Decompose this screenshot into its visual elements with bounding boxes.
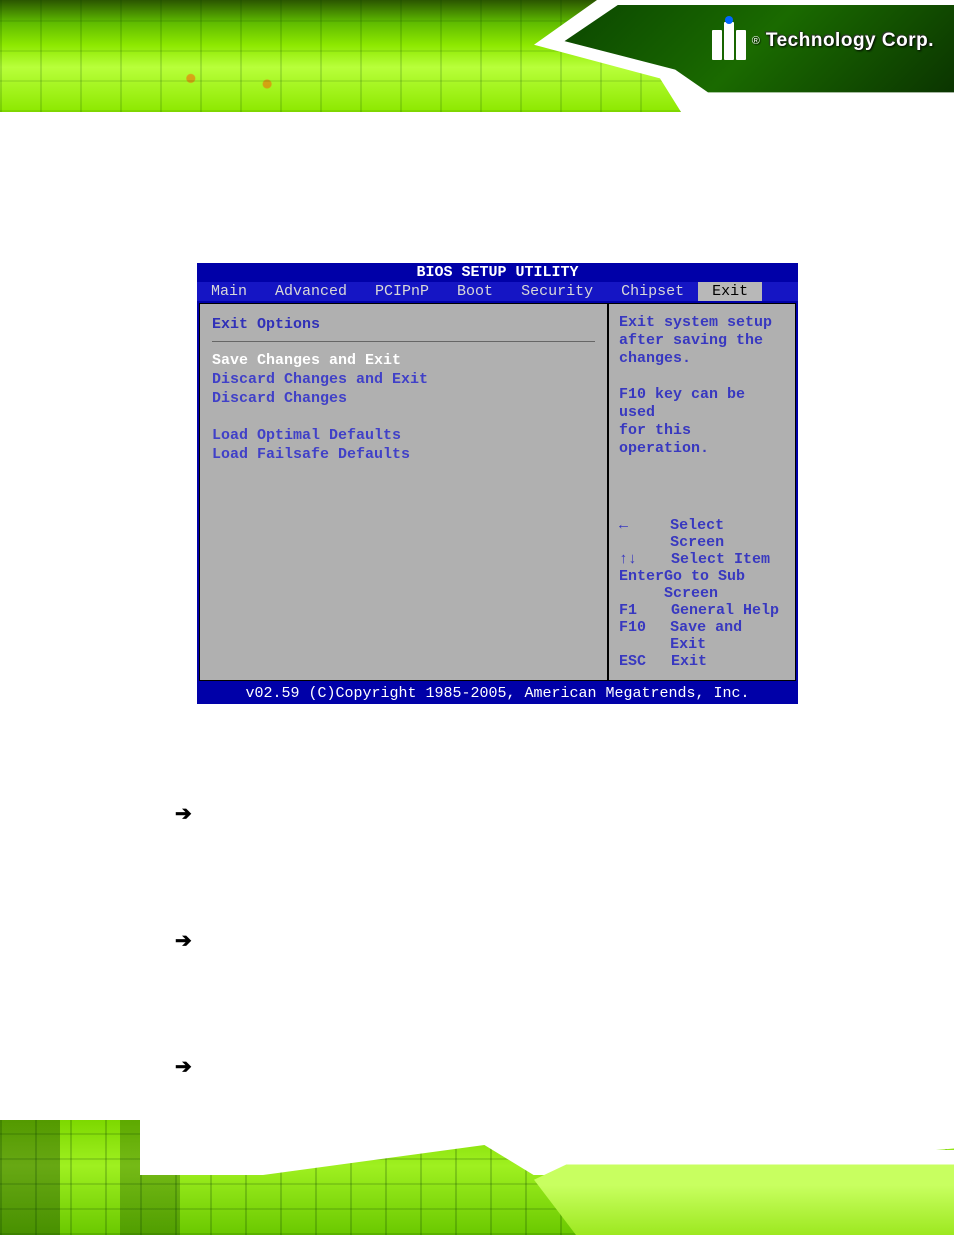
key-name: Enter <box>619 568 664 602</box>
brand-text: Technology Corp. <box>766 30 934 52</box>
bottom-banner <box>0 1120 954 1235</box>
key-legend-row: ↑↓Select Item <box>619 551 785 568</box>
bios-footer: v02.59 (C)Copyright 1985-2005, American … <box>197 683 798 704</box>
key-name: F1 <box>619 602 671 619</box>
key-name: ESC <box>619 653 671 670</box>
arrow-bullet-icon: ➔ <box>175 801 192 826</box>
exit-options-heading: Exit Options <box>212 316 595 342</box>
key-action: General Help <box>671 602 779 619</box>
help-line: Exit system setup <box>619 314 785 332</box>
bios-tab-bar: MainAdvancedPCIPnPBootSecurityChipsetExi… <box>197 282 798 301</box>
key-action: Save and Exit <box>670 619 785 653</box>
logo-area: ® Technology Corp. <box>712 22 934 60</box>
bios-body: Exit Options Save Changes and Exit Discar… <box>197 301 798 683</box>
key-name: F10 <box>619 619 670 653</box>
help-line: after saving the <box>619 332 785 350</box>
bios-tab-boot[interactable]: Boot <box>443 282 507 301</box>
help-line <box>619 368 785 386</box>
green-swoosh <box>534 1150 954 1235</box>
bios-menu-item[interactable]: Save Changes and Exit <box>212 352 595 369</box>
key-action: Go to Sub Screen <box>664 568 785 602</box>
registered-mark: ® <box>752 35 760 47</box>
arrow-bullet-icon: ➔ <box>175 928 192 953</box>
help-line: for this operation. <box>619 422 785 458</box>
bios-title: BIOS SETUP UTILITY <box>197 263 798 282</box>
key-legend-row: ←Select Screen <box>619 517 785 551</box>
bios-screenshot: BIOS SETUP UTILITY MainAdvancedPCIPnPBoo… <box>197 263 798 704</box>
bios-tab-chipset[interactable]: Chipset <box>607 282 698 301</box>
bios-menu-item[interactable]: Discard Changes <box>212 390 595 407</box>
bios-right-panel: Exit system setupafter saving thechanges… <box>608 303 796 681</box>
bios-menu-item[interactable]: Load Failsafe Defaults <box>212 446 595 463</box>
bios-tab-main[interactable]: Main <box>197 282 261 301</box>
key-name: ← <box>619 517 670 551</box>
iei-logo-icon <box>712 22 746 60</box>
bios-help-text: Exit system setupafter saving thechanges… <box>619 314 785 458</box>
bios-tab-exit[interactable]: Exit <box>698 282 762 301</box>
bios-menu-item[interactable]: Discard Changes and Exit <box>212 371 595 388</box>
key-action: Exit <box>671 653 707 670</box>
key-legend-row: EnterGo to Sub Screen <box>619 568 785 602</box>
bios-tab-pcipnp[interactable]: PCIPnP <box>361 282 443 301</box>
key-legend-row: ESCExit <box>619 653 785 670</box>
key-name: ↑↓ <box>619 551 671 568</box>
key-legend-row: F10Save and Exit <box>619 619 785 653</box>
help-line: F10 key can be used <box>619 386 785 422</box>
bios-left-panel: Exit Options Save Changes and Exit Discar… <box>199 303 608 681</box>
key-action: Select Item <box>671 551 770 568</box>
bios-key-legend: ←Select Screen↑↓Select ItemEnterGo to Su… <box>619 517 785 670</box>
bios-tab-advanced[interactable]: Advanced <box>261 282 361 301</box>
key-action: Select Screen <box>670 517 785 551</box>
bios-tab-security[interactable]: Security <box>507 282 607 301</box>
key-legend-row: F1General Help <box>619 602 785 619</box>
top-banner: ® Technology Corp. <box>0 0 954 112</box>
arrow-bullet-icon: ➔ <box>175 1054 192 1079</box>
bios-menu-item[interactable]: Load Optimal Defaults <box>212 427 595 444</box>
help-line: changes. <box>619 350 785 368</box>
